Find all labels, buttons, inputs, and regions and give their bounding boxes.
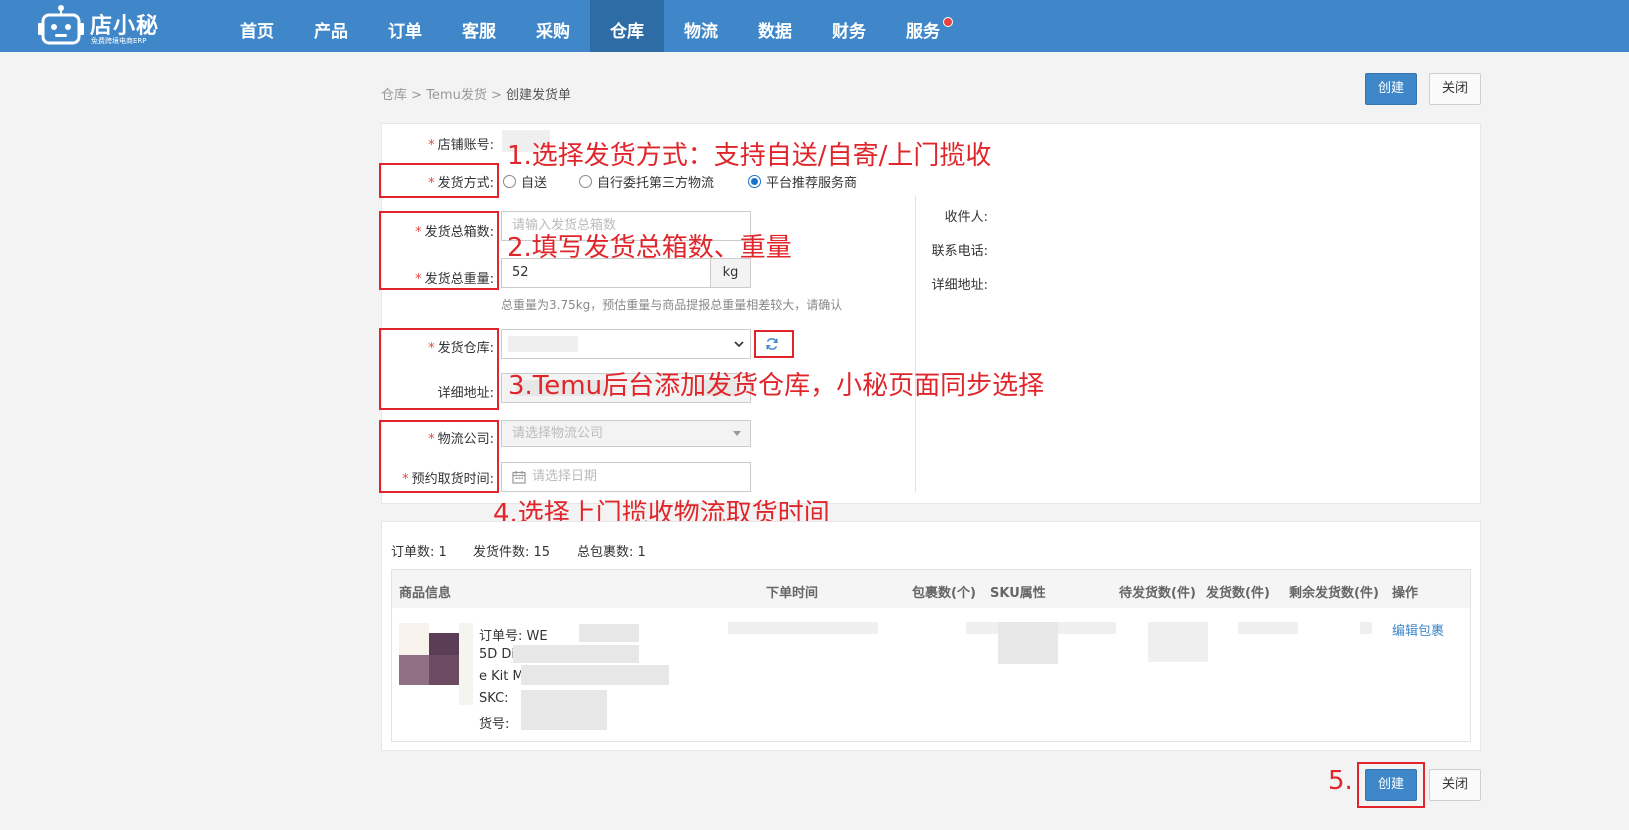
pending-qty-blurred	[1148, 622, 1208, 662]
breadcrumb-temu-shipping[interactable]: Temu发货	[426, 88, 487, 103]
product-skc: SKC:	[479, 691, 509, 706]
nav-finance[interactable]: 财务	[812, 0, 886, 52]
order-time-blurred	[728, 622, 878, 634]
nav-data[interactable]: 数据	[738, 0, 812, 52]
receiver-address-label: 详细地址:	[931, 278, 988, 293]
logistics-placeholder: 请选择物流公司	[512, 426, 604, 441]
ship-method-third-party[interactable]: 自行委托第三方物流	[579, 172, 714, 191]
breadcrumb-separator: >	[490, 88, 502, 103]
th-product-info: 商品信息	[399, 586, 452, 601]
skc-blurred	[521, 690, 607, 710]
breadcrumb-current: 创建发货单	[506, 88, 572, 103]
nav-purchase[interactable]: 采购	[516, 0, 590, 52]
breadcrumb-separator: >	[411, 88, 423, 103]
app-logo[interactable]: 店小秘 免费跨境电商ERP	[38, 2, 178, 48]
radio-icon[interactable]	[579, 175, 592, 188]
close-button-top[interactable]: 关闭	[1429, 73, 1481, 105]
highlight-warehouse	[379, 328, 499, 410]
radio-icon[interactable]	[503, 175, 516, 188]
radio-checked-icon[interactable]	[748, 175, 761, 188]
nav-products[interactable]: 产品	[294, 0, 368, 52]
th-ship-qty: 发货数(件)	[1206, 586, 1270, 601]
annotation-step2: 2.填写发货总箱数、重量	[507, 233, 792, 263]
remaining-qty-blurred	[1360, 622, 1372, 634]
shop-account-label: * 店铺账号:	[428, 138, 494, 153]
th-pending-qty: 待发货数(件)	[1119, 586, 1196, 601]
highlight-refresh	[754, 330, 794, 358]
th-remaining-qty: 剩余发货数(件)	[1289, 586, 1379, 601]
logo-subtitle: 免费跨境电商ERP	[91, 37, 147, 45]
package-count: 总包裹数: 1	[577, 545, 646, 560]
ship-method-self-deliver[interactable]: 自送	[503, 172, 547, 191]
item-count: 发货件数: 15	[473, 545, 551, 560]
close-button-bottom[interactable]: 关闭	[1429, 769, 1481, 801]
logistics-select[interactable]: 请选择物流公司	[501, 420, 751, 447]
nav-customer-service[interactable]: 客服	[442, 0, 516, 52]
chevron-down-icon	[734, 341, 744, 348]
annotation-step5: 5.	[1328, 766, 1353, 796]
product-title-blurred	[513, 645, 639, 663]
breadcrumb-warehouse[interactable]: 仓库	[381, 88, 407, 103]
warehouse-value	[508, 336, 578, 352]
pickup-date-placeholder: 请选择日期	[532, 469, 598, 484]
nav-warehouse[interactable]: 仓库	[590, 0, 664, 52]
notification-dot	[943, 17, 953, 27]
highlight-logistics-time	[379, 420, 499, 493]
order-number-blurred	[579, 624, 639, 642]
product-thumbnail[interactable]	[399, 623, 473, 705]
highlight-boxes-weight	[379, 211, 499, 290]
product-title-line: e Kit M	[479, 669, 524, 684]
order-number: 订单号: WE	[479, 629, 548, 644]
th-actions: 操作	[1392, 586, 1419, 601]
caret-down-icon	[733, 431, 741, 436]
create-button-top[interactable]: 创建	[1365, 73, 1417, 105]
pickup-date-input[interactable]: 请选择日期	[501, 462, 751, 492]
robot-logo-icon	[38, 5, 84, 45]
nav-home[interactable]: 首页	[220, 0, 294, 52]
main-nav: 首页 产品 订单 客服 采购 仓库 物流 数据 财务 服务	[220, 0, 960, 52]
create-button-bottom[interactable]: 创建	[1365, 769, 1417, 801]
ship-method-platform-provider[interactable]: 平台推荐服务商	[748, 172, 857, 191]
nav-logistics[interactable]: 物流	[664, 0, 738, 52]
phone-label: 联系电话:	[931, 244, 988, 259]
product-title-line: 5D Di	[479, 647, 516, 662]
breadcrumb: 仓库 > Temu发货 > 创建发货单	[381, 84, 571, 103]
sku-blurred	[521, 710, 607, 730]
weight-hint: 总重量为3.75kg，预估重量与商品提报总重量相差较大，请确认	[501, 298, 843, 312]
edit-package-link[interactable]: 编辑包裹	[1392, 620, 1444, 639]
annotation-step1: 1.选择发货方式：支持自送/自寄/上门揽收	[507, 141, 992, 171]
highlight-ship-method	[379, 163, 499, 198]
sku-attr-blurred	[998, 622, 1058, 664]
receiver-label: 收件人:	[944, 210, 988, 225]
order-count: 订单数: 1	[391, 545, 447, 560]
product-sku: 货号:	[479, 717, 510, 732]
th-order-time: 下单时间	[766, 586, 819, 601]
calendar-icon	[512, 471, 526, 484]
nav-orders[interactable]: 订单	[368, 0, 442, 52]
annotation-step3: 3.Temu后台添加发货仓库，小秘页面同步选择	[508, 371, 1045, 401]
ship-qty-blurred	[1238, 622, 1298, 634]
top-navbar: 店小秘 免费跨境电商ERP 首页 产品 订单 客服 采购 仓库 物流 数据 财务…	[0, 0, 1629, 52]
warehouse-select[interactable]	[501, 329, 751, 359]
th-package-count: 包裹数(个)	[912, 586, 976, 601]
th-sku-attr: SKU属性	[990, 586, 1046, 601]
product-title-blurred	[521, 665, 669, 685]
